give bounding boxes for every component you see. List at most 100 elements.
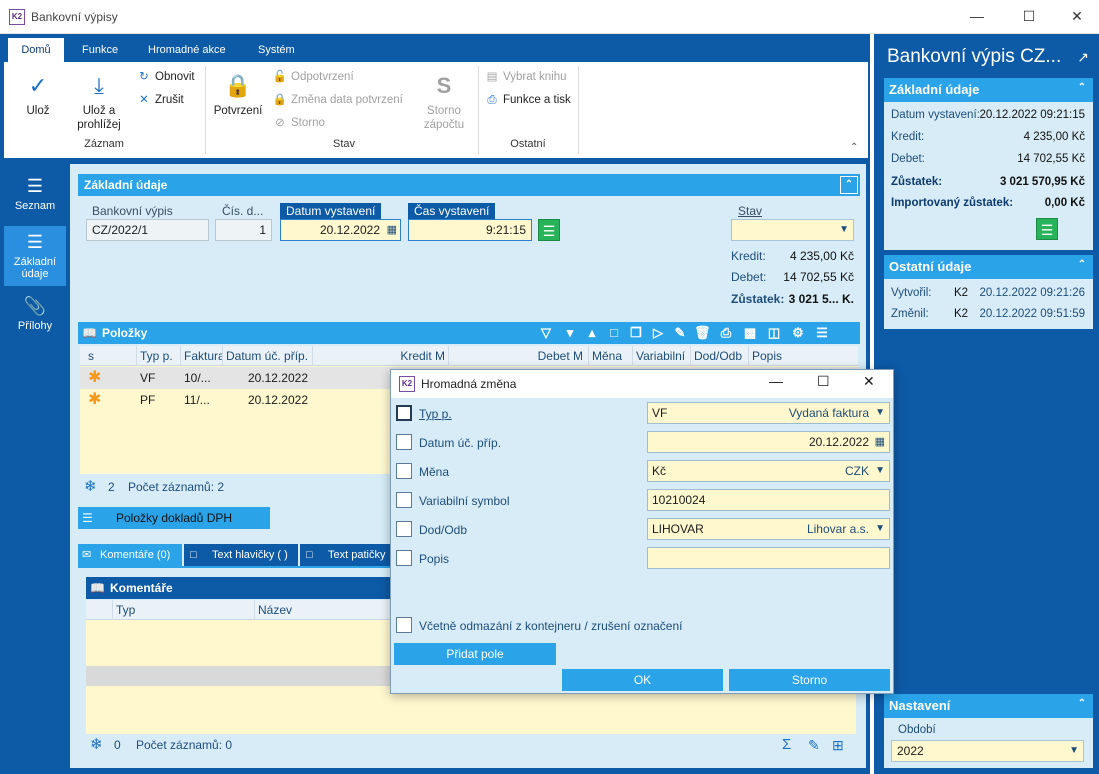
issue-time-field[interactable]: 9:21:15 <box>408 219 532 241</box>
calendar-icon[interactable]: ▦ <box>387 220 397 240</box>
tab-komentare[interactable]: ✉ Komentáře (0) <box>78 544 182 566</box>
checklist-icon[interactable]: ☰ <box>1036 218 1058 240</box>
dod-odb-select[interactable]: LIHOVAR Lihovar a.s. ▼ <box>647 518 890 540</box>
state-select[interactable]: ▼ <box>731 219 854 241</box>
include-checkbox[interactable] <box>396 617 412 633</box>
nav-prilohy[interactable]: 📎 Přílohy <box>4 290 66 342</box>
delete-icon[interactable]: 🗑 <box>694 325 711 341</box>
collapse-icon[interactable]: ⌃ <box>1073 696 1091 714</box>
col-dod-odb[interactable]: Dod/Odb <box>690 346 748 366</box>
cancel-changes-button[interactable]: ✕ Zrušit <box>136 91 184 109</box>
doc-number-field[interactable]: 1 <box>215 219 272 241</box>
collapse-icon[interactable]: ⌃ <box>1073 80 1091 98</box>
rp-vytvoril-value[interactable]: 20.12.2022 09:21:26 <box>974 287 1085 299</box>
close-icon[interactable]: ✕ <box>863 373 875 390</box>
save-button[interactable]: ✓ Ulož <box>14 72 62 118</box>
collapse-icon[interactable]: ⌃ <box>1073 257 1091 275</box>
vat-items-button[interactable]: ☰ Položky dokladů DPH <box>78 507 270 529</box>
unconfirm-button[interactable]: 🔓 Odpotvrzení <box>272 68 354 86</box>
confirm-button[interactable]: 🔒 Potvrzení <box>210 72 266 118</box>
tab-text-hlavicky[interactable]: □ Text hlavičky ( ) <box>184 544 298 566</box>
popout-icon[interactable]: ↗ <box>1077 42 1089 72</box>
storno-offset-button[interactable]: S Storno zápočtu <box>416 72 472 132</box>
edit-icon[interactable]: ✎ <box>672 325 688 341</box>
datum-field[interactable]: 20.12.2022 ▦ <box>647 431 890 453</box>
calendar-icon[interactable]: ▦ <box>875 432 885 452</box>
maximize-icon[interactable]: ☐ <box>1014 5 1044 27</box>
checklist-icon[interactable]: ☰ <box>538 219 560 241</box>
chevron-down-icon[interactable]: ▾ <box>562 325 578 341</box>
functions-print-button[interactable]: ⎙ Funkce a tisk <box>484 91 570 109</box>
add-field-button[interactable]: Přidat pole <box>394 643 556 665</box>
period-select[interactable]: 2022 ▼ <box>891 740 1084 762</box>
play-icon[interactable]: ▷ <box>650 325 666 341</box>
mena-select[interactable]: Kč CZK ▼ <box>647 460 890 482</box>
rp-zustatek-label: Zůstatek: <box>891 176 943 188</box>
col-kredit[interactable]: Kredit M <box>312 346 448 366</box>
popis-field[interactable] <box>647 547 890 569</box>
collapse-ribbon-icon[interactable]: ⌃ <box>850 142 858 153</box>
bank-statement-field[interactable]: CZ/2022/1 <box>86 219 209 241</box>
col-typ[interactable]: Typ p. <box>136 346 176 366</box>
popis-checkbox[interactable] <box>396 550 412 566</box>
save-and-view-button[interactable]: ⤓ Ulož a prohlížej <box>70 72 128 132</box>
col-debet[interactable]: Debet M <box>448 346 586 366</box>
col-mena[interactable]: Měna <box>588 346 630 366</box>
typ-checkbox[interactable] <box>396 405 412 421</box>
change-confirm-date-button[interactable]: 🔒 Změna data potvrzení <box>272 91 403 109</box>
debet-label: Debet: <box>731 270 767 284</box>
sum-icon[interactable]: Σ <box>782 734 791 756</box>
nav-seznam[interactable]: ☰ Seznam <box>4 170 66 222</box>
storno-button[interactable]: ⊘ Storno <box>272 114 325 132</box>
add-record-icon[interactable]: ⊞ <box>832 734 844 756</box>
mena-checkbox[interactable] <box>396 463 412 479</box>
filter-icon[interactable]: ▽ <box>538 325 554 341</box>
document-icon: □ <box>190 549 197 561</box>
close-icon[interactable]: ✕ <box>1062 5 1092 27</box>
unlock-icon: 🔓 <box>272 71 288 83</box>
chevron-up-icon[interactable]: ▴ <box>584 325 600 341</box>
nav-zakladni-udaje[interactable]: ☰ Základní údaje <box>4 226 66 286</box>
window-title: Bankovní výpisy <box>31 10 118 24</box>
new-document-icon[interactable]: □ <box>606 325 622 341</box>
datum-checkbox[interactable] <box>396 434 412 450</box>
dialog-title: Hromadná změna <box>421 377 517 391</box>
gear-icon[interactable]: ⚙ <box>790 325 806 341</box>
minimize-icon[interactable]: — <box>769 373 783 389</box>
tab-domu[interactable]: Domů <box>8 38 64 62</box>
chart-icon[interactable]: ▩ <box>742 325 758 341</box>
variabilni-checkbox[interactable] <box>396 492 412 508</box>
col-popis[interactable]: Popis <box>748 346 858 366</box>
dod-odb-checkbox[interactable] <box>396 521 412 537</box>
menu-icon[interactable]: ☰ <box>814 325 830 341</box>
rp-zmenil-value[interactable]: 20.12.2022 09:51:59 <box>974 308 1085 320</box>
tab-text-paticky[interactable]: □ Text patičky <box>300 544 392 566</box>
dropdown-icon: ▼ <box>839 224 849 235</box>
bank-statement-label: Bankovní výpis <box>92 204 173 218</box>
collapse-icon[interactable]: ⌃ <box>840 176 858 194</box>
col-faktura[interactable]: Faktura <box>180 346 222 366</box>
tab-system[interactable]: Systém <box>250 38 303 62</box>
maximize-icon[interactable]: ☐ <box>817 373 830 390</box>
edit-icon[interactable]: ✎ <box>808 734 820 756</box>
col-datum[interactable]: Datum úč. příp. <box>222 346 312 366</box>
col-s[interactable]: s <box>80 346 106 366</box>
variabilni-field[interactable]: 10210024 <box>647 489 890 511</box>
kredit-label: Kredit: <box>731 249 766 263</box>
tab-hromadne-akce[interactable]: Hromadné akce <box>140 38 234 62</box>
rp-kredit-value: 4 235,00 Kč <box>1023 131 1085 143</box>
typ-select[interactable]: VF Vydaná faktura ▼ <box>647 402 890 424</box>
col-variabilni[interactable]: Variabilní <box>632 346 688 366</box>
col-typ[interactable]: Typ <box>112 600 252 620</box>
copy-icon[interactable]: ❐ <box>628 325 644 341</box>
issue-date-field[interactable]: 20.12.2022 ▦ <box>280 219 401 241</box>
minimize-icon[interactable]: — <box>962 5 992 27</box>
ok-button[interactable]: OK <box>562 669 723 691</box>
columns-icon[interactable]: ◫ <box>766 325 782 341</box>
typ-label: Typ p. <box>419 407 452 421</box>
refresh-button[interactable]: ↻ Obnovit <box>136 68 194 86</box>
tab-funkce[interactable]: Funkce <box>74 38 126 62</box>
select-book-button[interactable]: ▤ Vybrat knihu <box>484 68 567 86</box>
cancel-button[interactable]: Storno <box>729 669 890 691</box>
printer-icon[interactable]: ⎙ <box>718 325 734 341</box>
